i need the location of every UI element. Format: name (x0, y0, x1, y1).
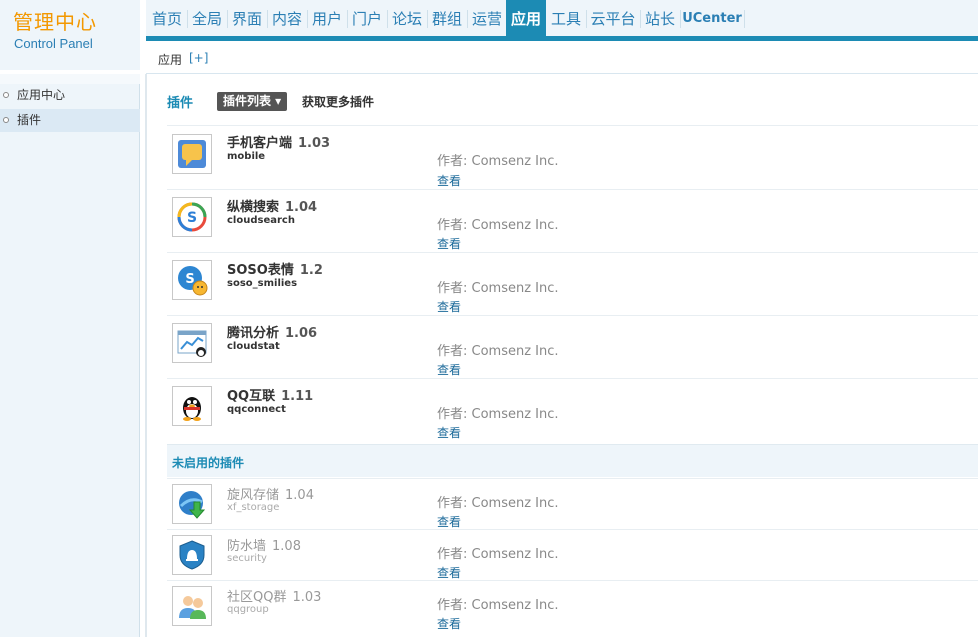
nav-item-webmaster[interactable]: 站长 (641, 0, 679, 36)
plugin-name: SOSO表情 (227, 263, 294, 278)
nav-item-portal[interactable]: 门户 (348, 0, 386, 36)
logo[interactable]: 管理中心 Control Panel (0, 0, 140, 70)
svg-text:S: S (187, 210, 197, 226)
list-item: 手机客户端 1.03 mobile 作者: Comsenz Inc. 查看 (167, 125, 978, 189)
bullet-icon (3, 92, 9, 98)
logo-subtitle: Control Panel (14, 36, 93, 51)
nav-item-interface[interactable]: 界面 (228, 0, 266, 36)
nav-item-content[interactable]: 内容 (268, 0, 306, 36)
list-item: S SOSO表情 1.2 soso_smilies 作者: Comsenz Inc… (167, 252, 978, 315)
breadcrumb-label: 应用 (158, 53, 183, 67)
plugin-version: 1.2 (299, 263, 323, 278)
nav-item-users[interactable]: 用户 (308, 0, 346, 36)
plugin-author: 作者: Comsenz Inc. (437, 344, 559, 359)
view-link[interactable]: 查看 (437, 172, 461, 189)
list-item: S 纵横搜索 1.04 cloudsearch 作者: Comsenz Inc. … (167, 189, 978, 252)
sidebar: 应用中心 插件 (0, 74, 140, 637)
logo-title: 管理中心 (13, 10, 97, 34)
plugin-version: 1.08 (272, 539, 301, 554)
plugin-author: 作者: Comsenz Inc. (437, 598, 559, 613)
plugin-author: 作者: Comsenz Inc. (437, 154, 559, 169)
breadcrumb: 应用 [+] (146, 41, 978, 74)
nav-item-cloud[interactable]: 云平台 (587, 0, 639, 36)
sidebar-item-label: 应用中心 (17, 88, 66, 102)
sidebar-item-label: 插件 (17, 113, 42, 127)
security-shield-icon (172, 535, 212, 575)
cloudstat-icon (172, 323, 212, 363)
plugin-id: soso_smilies (227, 278, 298, 289)
plugin-id: cloudsearch (227, 215, 295, 226)
nav-item-tools[interactable]: 工具 (547, 0, 585, 36)
plugin-name: 旋风存储 (227, 488, 280, 503)
plugin-version: 1.04 (285, 200, 318, 215)
plugin-author: 作者: Comsenz Inc. (437, 496, 559, 511)
plugin-name: 社区QQ群 (227, 590, 287, 605)
nav-item-ucenter[interactable]: UCenter (681, 0, 743, 36)
nav-item-home[interactable]: 首页 (148, 0, 186, 36)
plugin-name: QQ互联 (227, 389, 276, 404)
plugin-version: 1.03 (298, 136, 331, 151)
main-content: 插件 插件列表 ▾ 获取更多插件 手机客户端 1.03 mobile 作者: Co… (147, 74, 978, 637)
plugin-name: 手机客户端 (227, 136, 293, 151)
plugin-list-dropdown[interactable]: 插件列表 ▾ (217, 92, 288, 111)
plugin-version: 1.11 (281, 389, 314, 404)
list-item: 社区QQ群 1.03 qqgroup 作者: Comsenz Inc. 查看 (167, 580, 978, 631)
qqgroup-icon (172, 586, 212, 626)
plugin-id: xf_storage (227, 502, 280, 513)
plugin-id: cloudstat (227, 341, 280, 352)
plugin-id: security (227, 553, 267, 564)
plugin-version: 1.03 (292, 590, 322, 605)
view-link[interactable]: 查看 (437, 424, 461, 441)
soso-smilies-icon: S (172, 260, 212, 300)
nav-item-operations[interactable]: 运营 (468, 0, 506, 36)
cloudsearch-icon: S (172, 197, 212, 237)
list-item: QQ互联 1.11 qqconnect 作者: Comsenz Inc. 查看 (167, 378, 978, 441)
plugin-name: 防水墙 (227, 539, 267, 554)
get-more-plugins-link[interactable]: 获取更多插件 (302, 93, 374, 110)
plugin-author: 作者: Comsenz Inc. (437, 218, 559, 233)
plugin-author: 作者: Comsenz Inc. (437, 407, 559, 422)
sidebar-item-plugins[interactable]: 插件 (0, 109, 140, 132)
plugin-version: 1.06 (285, 326, 318, 341)
top-nav: 首页 全局 界面 内容 用户 门户 论坛 群组 运营 应用 工具 云平台 站长 … (146, 0, 978, 36)
view-link[interactable]: 查看 (437, 298, 461, 315)
qq-penguin-icon (172, 386, 212, 426)
plugin-version: 1.04 (285, 488, 314, 503)
header: 管理中心 Control Panel 首页 全局 界面 内容 用户 门户 论坛 … (0, 0, 978, 74)
view-link[interactable]: 查看 (437, 615, 461, 632)
plugin-name: 腾讯分析 (227, 326, 280, 341)
nav-item-groups[interactable]: 群组 (428, 0, 466, 36)
add-shortcut-button[interactable]: [+] (189, 51, 208, 65)
plugin-author: 作者: Comsenz Inc. (437, 547, 559, 562)
plugin-author: 作者: Comsenz Inc. (437, 281, 559, 296)
view-link[interactable]: 查看 (437, 235, 461, 252)
nav-item-forum[interactable]: 论坛 (388, 0, 426, 36)
mobile-client-icon (172, 134, 212, 174)
section-title: 未启用的插件 (172, 456, 245, 470)
page-title: 插件 (167, 96, 194, 111)
nav-item-apps[interactable]: 应用 (506, 0, 546, 36)
view-link[interactable]: 查看 (437, 564, 461, 581)
view-link[interactable]: 查看 (437, 513, 461, 530)
plugin-id: qqconnect (227, 404, 286, 415)
list-item: 旋风存储 1.04 xf_storage 作者: Comsenz Inc. 查看 (167, 478, 978, 529)
xf-storage-icon (172, 484, 212, 524)
bullet-icon (3, 117, 9, 123)
disabled-plugins-header: 未启用的插件 (167, 444, 978, 477)
view-link[interactable]: 查看 (437, 361, 461, 378)
list-item: 腾讯分析 1.06 cloudstat 作者: Comsenz Inc. 查看 (167, 315, 978, 378)
plugin-id: qqgroup (227, 604, 269, 615)
plugin-id: mobile (227, 151, 266, 162)
nav-item-global[interactable]: 全局 (188, 0, 226, 36)
list-item: 防水墙 1.08 security 作者: Comsenz Inc. 查看 (167, 529, 978, 580)
sidebar-item-app-center[interactable]: 应用中心 (0, 84, 140, 107)
plugin-name: 纵横搜索 (227, 200, 280, 215)
